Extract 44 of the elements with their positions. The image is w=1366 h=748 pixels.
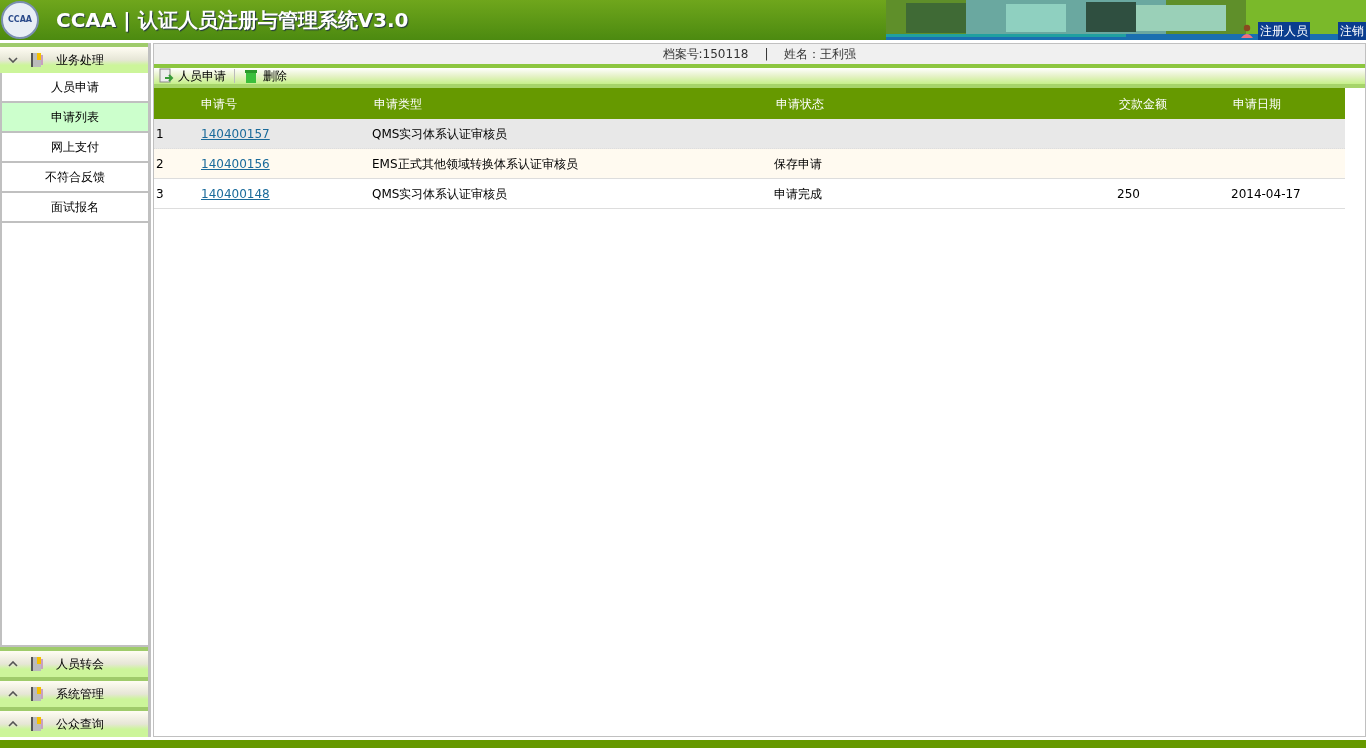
accordion-header[interactable]: 业务处理 [0,47,148,73]
app-title: CCAA | 认证人员注册与管理系统V3.0 [56,7,409,34]
accordion-header[interactable]: 公众查询 [0,711,148,737]
column-header: 申请类型 [373,95,423,113]
table-cell: 申请完成 [774,186,822,201]
user-role: 注册人员 [1258,22,1310,40]
accordion-header[interactable]: 人员转会 [0,651,148,677]
column-header: 申请日期 [1232,95,1282,113]
application-number-link[interactable]: 140400156 [201,154,270,173]
table-row[interactable]: 2 140400156 EMS正式其他领域转换体系认证审核员 保存申请 [154,149,1345,179]
table-cell: 2014-04-17 [1231,186,1301,201]
separator-text: | [764,46,769,63]
column-header: 申请号 [200,95,238,113]
book-icon [30,716,44,732]
user-icon [1240,24,1254,38]
add-button[interactable]: 人员申请 [158,67,226,85]
row-number: 2 [155,155,165,173]
delete-button[interactable]: 删除 [243,67,287,85]
table-cell: 250 [1117,186,1140,201]
logo: CCAA [1,1,39,39]
table-cell: 保存申请 [774,156,822,171]
table-cell: QMS实习体系认证审核员 [372,126,508,141]
trash-icon [243,68,259,84]
application-number-link[interactable]: 140400148 [201,184,270,203]
logout-link[interactable]: 注销 [1338,22,1366,40]
file-number: 档案号:150118 [662,46,749,63]
table-cell: QMS实习体系认证审核员 [372,186,508,201]
book-icon [30,52,44,68]
sidebar-item[interactable]: 申请列表 [2,103,148,133]
column-header: 交款金额 [1118,95,1168,113]
book-icon [30,686,44,702]
chevron-up-icon [8,691,18,697]
application-number-link[interactable]: 140400157 [201,124,270,143]
chevron-down-icon [8,57,18,63]
chevron-up-icon [8,661,18,667]
row-number: 3 [155,185,165,203]
person-name: 姓名：王利强 [784,46,857,63]
row-number: 1 [155,125,165,143]
book-icon [30,656,44,672]
chevron-up-icon [8,721,18,727]
column-header: 申请状态 [775,95,825,113]
accordion-header[interactable]: 系统管理 [0,681,148,707]
table-row[interactable]: 1 140400157 QMS实习体系认证审核员 [154,119,1345,149]
table-cell: EMS正式其他领域转换体系认证审核员 [372,156,578,171]
